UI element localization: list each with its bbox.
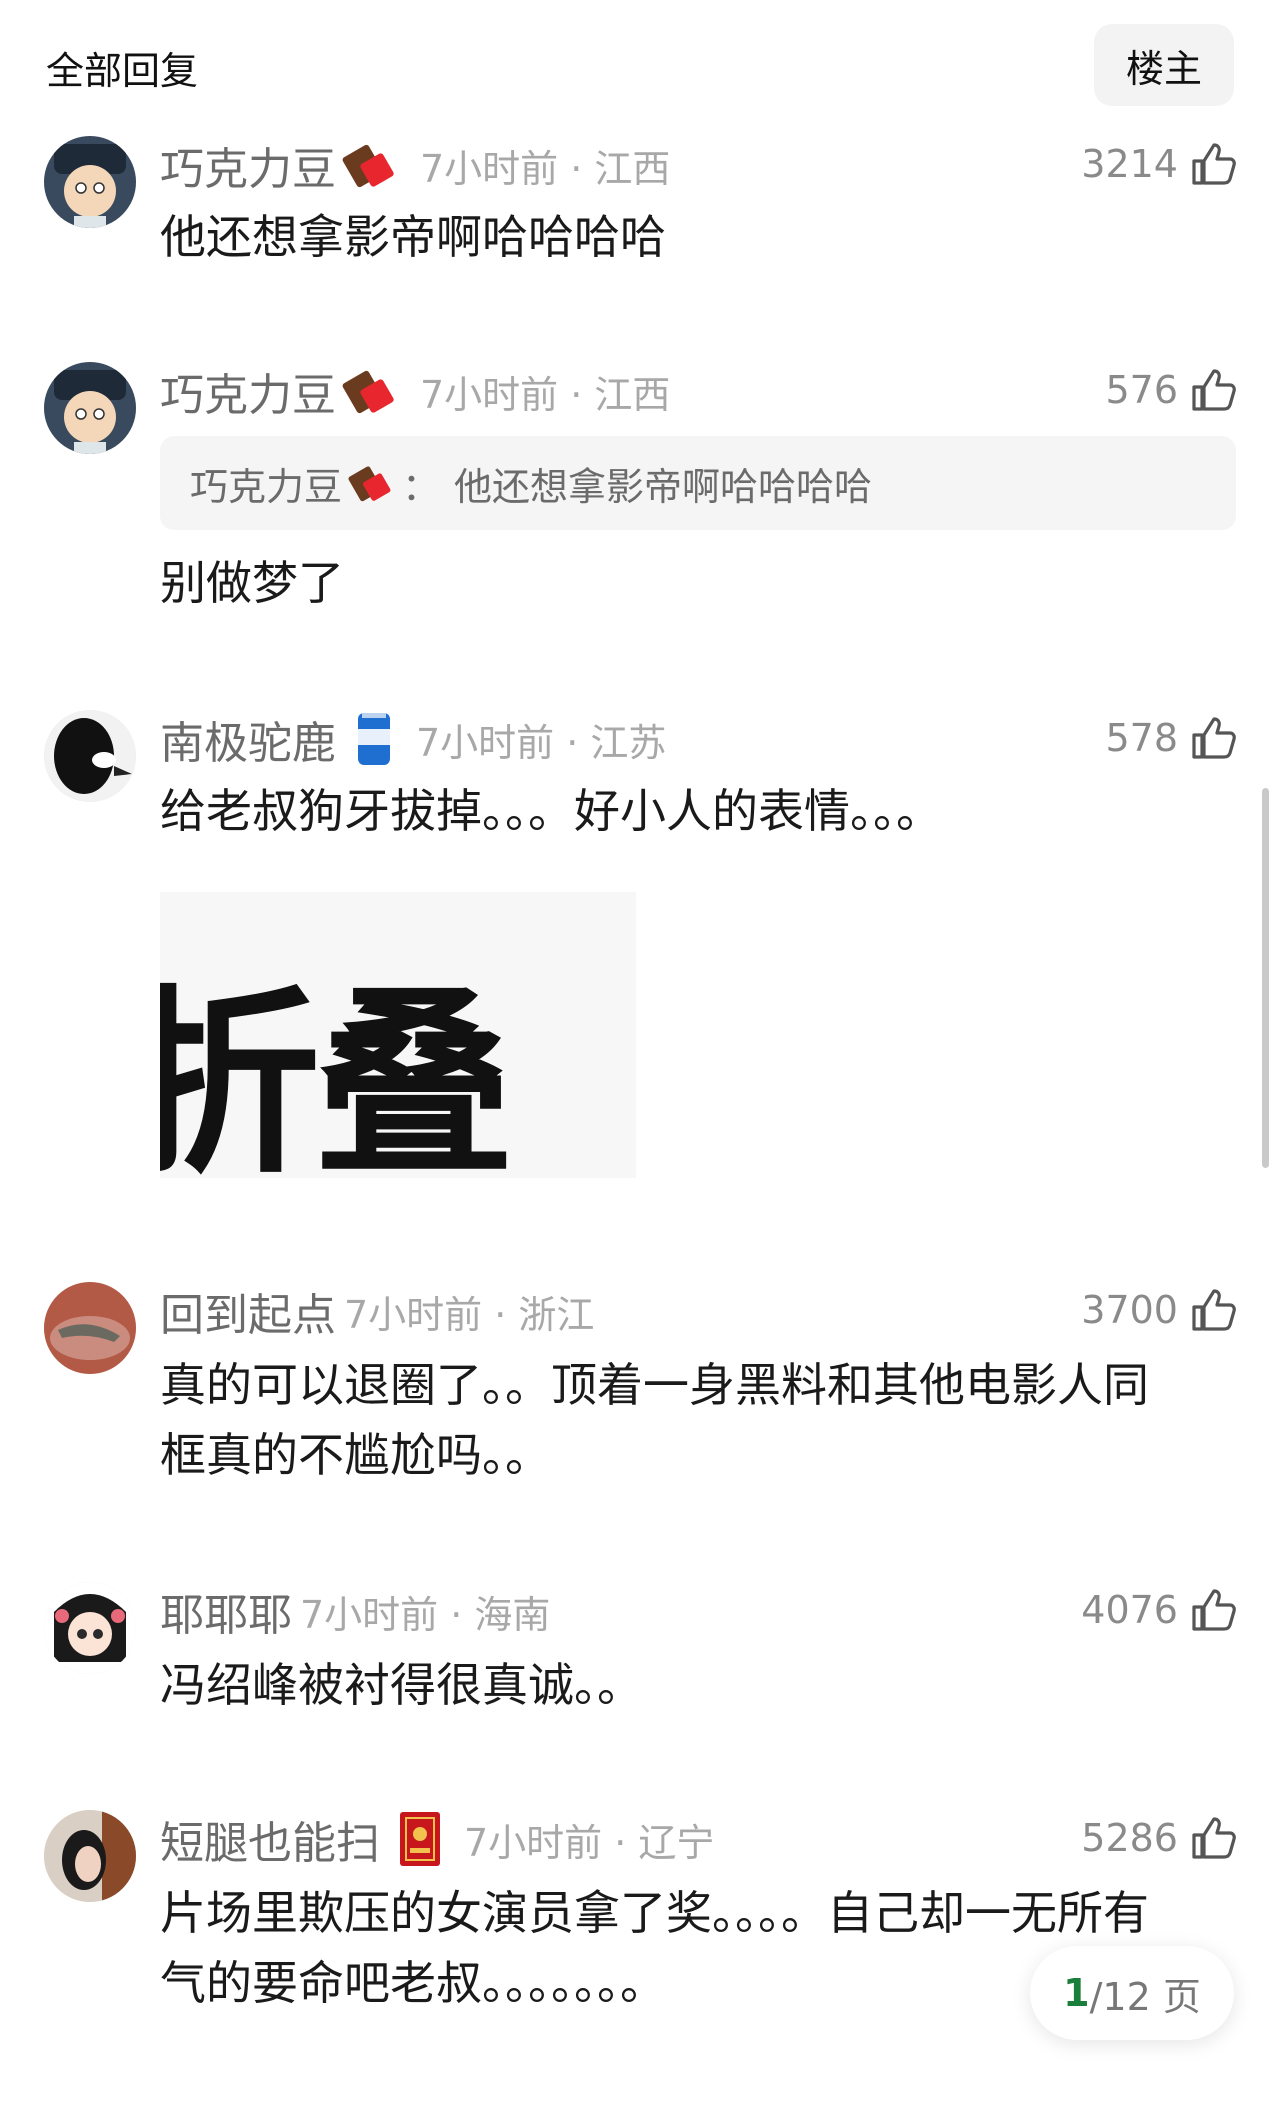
- thumbs-up-icon: [1188, 139, 1238, 189]
- soda-can-icon: [354, 709, 394, 769]
- quoted-reply[interactable]: 巧克力豆 ： 他还想拿影帝啊哈哈哈哈: [160, 436, 1236, 530]
- quoted-text: 他还想拿影帝啊哈哈哈哈: [454, 464, 873, 509]
- quote-separator: ：: [402, 464, 441, 509]
- quoted-username: 巧克力豆: [190, 464, 343, 509]
- photo-avatar-icon: [44, 1810, 136, 1902]
- chocolate-icon: [342, 137, 398, 193]
- comment-meta: 南极驼鹿 7小时前 · 江苏: [160, 713, 667, 769]
- username[interactable]: 短腿也能扫: [160, 1807, 380, 1871]
- like-button[interactable]: 576: [1105, 362, 1238, 418]
- time-location: 7小时前 · 江西: [420, 372, 671, 417]
- thumbs-up-icon: [1188, 1585, 1238, 1635]
- avatar[interactable]: [44, 1810, 136, 1902]
- avatar[interactable]: [44, 136, 136, 228]
- page-title: 全部回复: [46, 49, 199, 93]
- page-indicator[interactable]: 1/12 页: [1030, 1946, 1234, 2040]
- sticker-text: 折叠: [160, 969, 514, 1178]
- username[interactable]: 耶耶耶: [160, 1579, 292, 1643]
- like-count: 578: [1105, 716, 1178, 760]
- thumbs-up-icon: [1188, 713, 1238, 763]
- like-count: 576: [1105, 368, 1178, 412]
- comment-text: 真的可以退圈了。。顶着一身黑料和其他电影人同 框真的不尴尬吗。。: [160, 1350, 1240, 1490]
- like-count: 3214: [1081, 142, 1178, 186]
- like-count: 3700: [1081, 1288, 1178, 1332]
- scrollbar[interactable]: [1262, 788, 1269, 1168]
- anime-girl-avatar-icon: [44, 1582, 136, 1674]
- red-book-icon: [398, 1810, 442, 1868]
- comment-meta: 回到起点 7小时前 · 浙江: [160, 1286, 595, 1341]
- cartoon-avatar-icon: [44, 136, 136, 228]
- comment-text: 给老叔狗牙拔掉。。。好小人的表情。。。: [160, 784, 942, 838]
- username[interactable]: 巧克力豆: [160, 133, 336, 197]
- avatar[interactable]: [44, 362, 136, 454]
- sticker-image[interactable]: 折叠: [160, 892, 636, 1178]
- like-button[interactable]: 4076: [1081, 1582, 1238, 1638]
- avatar[interactable]: [44, 1582, 136, 1674]
- time-location: 7小时前 · 浙江: [344, 1292, 595, 1337]
- time-location: 7小时前 · 海南: [300, 1592, 551, 1637]
- like-button[interactable]: 3700: [1081, 1282, 1238, 1338]
- like-button[interactable]: 3214: [1081, 136, 1238, 192]
- username[interactable]: 巧克力豆: [160, 359, 336, 423]
- username[interactable]: 南极驼鹿: [160, 707, 336, 771]
- goose-avatar-icon: [44, 710, 136, 802]
- comment-meta: 巧克力豆 7小时前 · 江西: [160, 137, 671, 195]
- comment-text-line: 框真的不尴尬吗。。: [160, 1428, 551, 1482]
- comment-meta: 耶耶耶 7小时前 · 海南: [160, 1586, 551, 1641]
- comment-text-line: 真的可以退圈了。。顶着一身黑料和其他电影人同: [160, 1358, 1149, 1412]
- only-op-button[interactable]: 楼主: [1094, 24, 1234, 106]
- chocolate-icon: [342, 363, 398, 419]
- cartoon-avatar-icon: [44, 362, 136, 454]
- comment-text-line: 片场里欺压的女演员拿了奖。。。。自己却一无所有: [160, 1886, 1149, 1940]
- thumbs-up-icon: [1188, 365, 1238, 415]
- like-count: 5286: [1081, 1816, 1178, 1860]
- photo-avatar-icon: [44, 1282, 136, 1374]
- total-pages: /12 页: [1089, 1974, 1201, 2019]
- thumbs-up-icon: [1188, 1285, 1238, 1335]
- like-count: 4076: [1081, 1588, 1178, 1632]
- time-location: 7小时前 · 江西: [420, 146, 671, 191]
- avatar[interactable]: [44, 1282, 136, 1374]
- comment-meta: 短腿也能扫 7小时前 · 辽宁: [160, 1812, 715, 1869]
- username[interactable]: 回到起点: [160, 1279, 336, 1343]
- comment-text: 冯绍峰被衬得很真诚。。: [160, 1658, 643, 1712]
- comment-text: 别做梦了: [160, 556, 344, 610]
- avatar[interactable]: [44, 710, 136, 802]
- like-button[interactable]: 578: [1105, 710, 1238, 766]
- replies-header: 全部回复 楼主: [0, 0, 1284, 130]
- thumbs-up-icon: [1188, 1813, 1238, 1863]
- time-location: 7小时前 · 江苏: [416, 720, 667, 765]
- current-page: 1: [1063, 1971, 1090, 2015]
- like-button[interactable]: 5286: [1081, 1810, 1238, 1866]
- comment-meta: 巧克力豆 7小时前 · 江西: [160, 363, 671, 421]
- comment-text: 他还想拿影帝啊哈哈哈哈: [160, 210, 666, 264]
- time-location: 7小时前 · 辽宁: [464, 1820, 715, 1865]
- chocolate-icon: [348, 460, 394, 506]
